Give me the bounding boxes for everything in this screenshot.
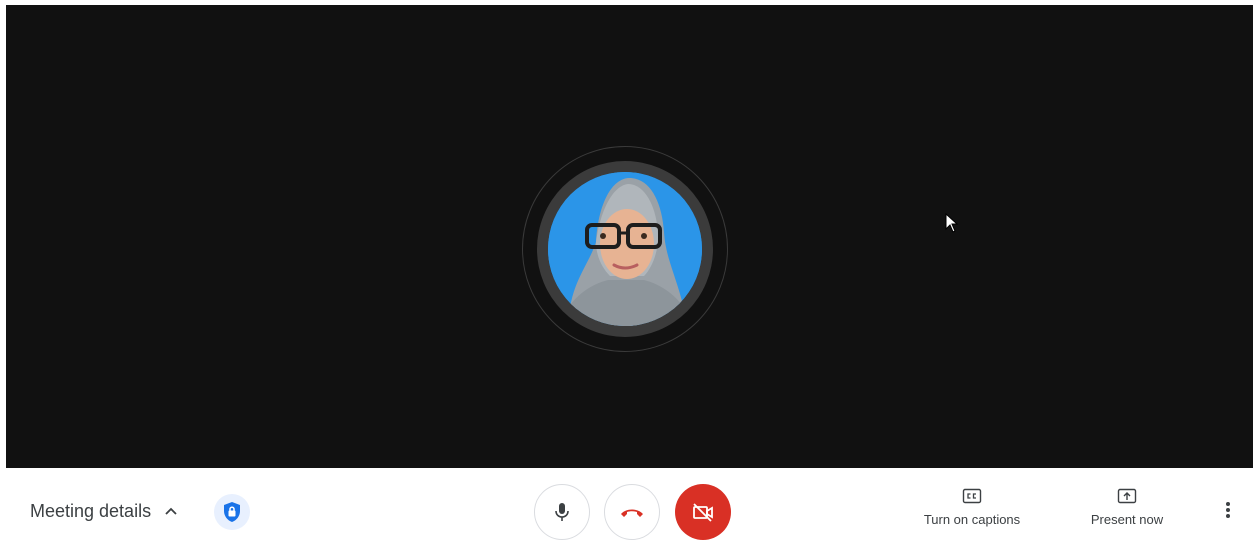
meeting-details-button[interactable]: Meeting details (30, 499, 179, 523)
microphone-button[interactable] (534, 484, 590, 540)
captions-label: Turn on captions (923, 512, 1021, 527)
participant-portrait (548, 172, 702, 326)
more-options-button[interactable] (1216, 498, 1240, 522)
camera-toggle-button[interactable] (675, 484, 731, 540)
leave-call-button[interactable] (604, 484, 660, 540)
present-now-button[interactable]: Present now (1090, 488, 1164, 527)
chevron-up-icon (165, 507, 177, 515)
more-vertical-icon (1226, 502, 1230, 518)
closed-captions-icon (962, 488, 982, 504)
call-control-bar: Meeting details Turn on captions Present… (0, 468, 1253, 552)
participant-avatar (548, 172, 702, 326)
phone-hangup-icon (621, 509, 643, 517)
mouse-cursor-icon (945, 213, 959, 233)
microphone-icon (555, 503, 569, 521)
shield-lock-icon (224, 502, 240, 522)
security-badge[interactable] (214, 494, 250, 530)
present-screen-icon (1117, 488, 1137, 504)
present-now-label: Present now (1090, 512, 1164, 527)
meeting-details-label: Meeting details (30, 500, 152, 521)
meet-window: Meeting details Turn on captions Present… (0, 0, 1253, 552)
captions-button[interactable]: Turn on captions (921, 488, 1023, 527)
camera-off-icon (693, 503, 713, 522)
